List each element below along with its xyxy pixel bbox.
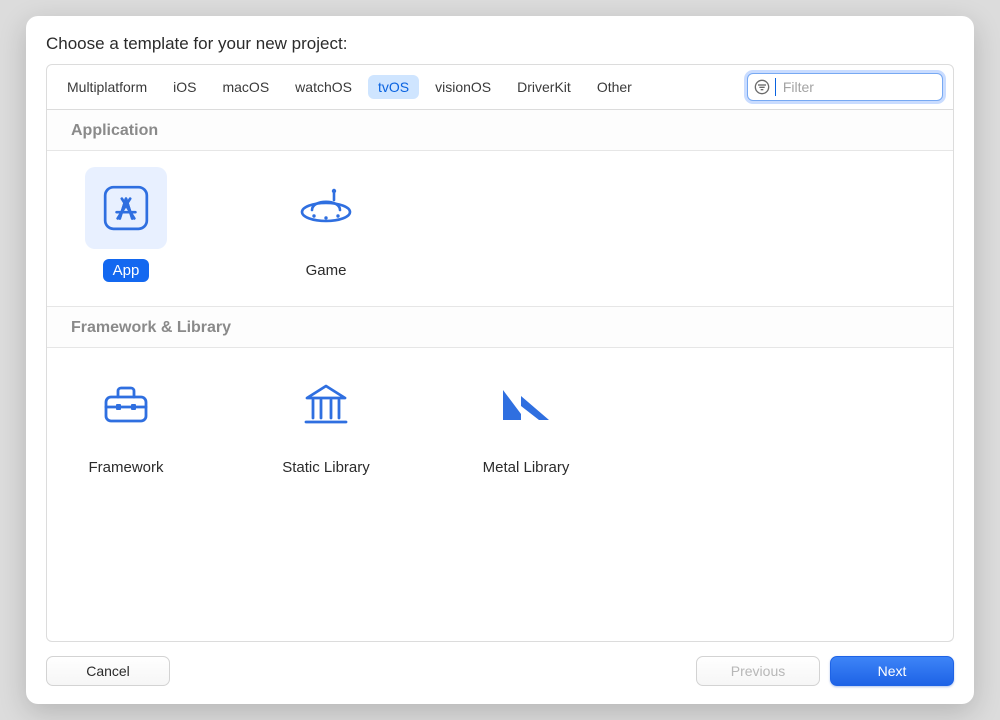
tab-multiplatform[interactable]: Multiplatform xyxy=(57,75,157,99)
ufo-icon xyxy=(285,167,367,249)
app-icon xyxy=(85,167,167,249)
tab-macos[interactable]: macOS xyxy=(212,75,279,99)
template-label: Metal Library xyxy=(473,456,580,479)
section-application: App Game xyxy=(47,151,953,307)
template-label: Static Library xyxy=(272,456,380,479)
tab-visionos[interactable]: visionOS xyxy=(425,75,501,99)
template-game[interactable]: Game xyxy=(271,167,381,282)
platform-tabs: Multiplatform iOS macOS watchOS tvOS vis… xyxy=(57,75,747,99)
tab-tvos[interactable]: tvOS xyxy=(368,75,419,99)
tab-other[interactable]: Other xyxy=(587,75,642,99)
filter-field[interactable] xyxy=(747,73,943,101)
previous-button[interactable]: Previous xyxy=(696,656,820,686)
template-label: Game xyxy=(296,259,357,282)
cancel-button[interactable]: Cancel xyxy=(46,656,170,686)
filter-icon xyxy=(754,79,770,95)
section-header-application: Application xyxy=(47,110,953,151)
tab-watchos[interactable]: watchOS xyxy=(285,75,362,99)
filter-input[interactable] xyxy=(781,78,936,96)
text-caret xyxy=(775,78,776,96)
section-header-framework-library: Framework & Library xyxy=(47,307,953,348)
tab-driverkit[interactable]: DriverKit xyxy=(507,75,581,99)
template-list: Application App xyxy=(46,110,954,642)
metal-icon xyxy=(485,364,567,446)
template-static-library[interactable]: Static Library xyxy=(271,364,381,617)
platform-tabbar: Multiplatform iOS macOS watchOS tvOS vis… xyxy=(46,64,954,110)
template-framework[interactable]: Framework xyxy=(71,364,181,617)
toolbox-icon xyxy=(85,364,167,446)
template-metal-library[interactable]: Metal Library xyxy=(471,364,581,617)
section-framework-library: Framework Static Library xyxy=(47,348,953,641)
library-icon xyxy=(285,364,367,446)
tab-ios[interactable]: iOS xyxy=(163,75,206,99)
sheet-footer: Cancel Previous Next xyxy=(26,642,974,704)
next-button[interactable]: Next xyxy=(830,656,954,686)
template-app[interactable]: App xyxy=(71,167,181,282)
template-label: Framework xyxy=(78,456,173,479)
sheet-title: Choose a template for your new project: xyxy=(26,16,974,64)
template-label: App xyxy=(103,259,150,282)
new-project-sheet: Choose a template for your new project: … xyxy=(26,16,974,704)
